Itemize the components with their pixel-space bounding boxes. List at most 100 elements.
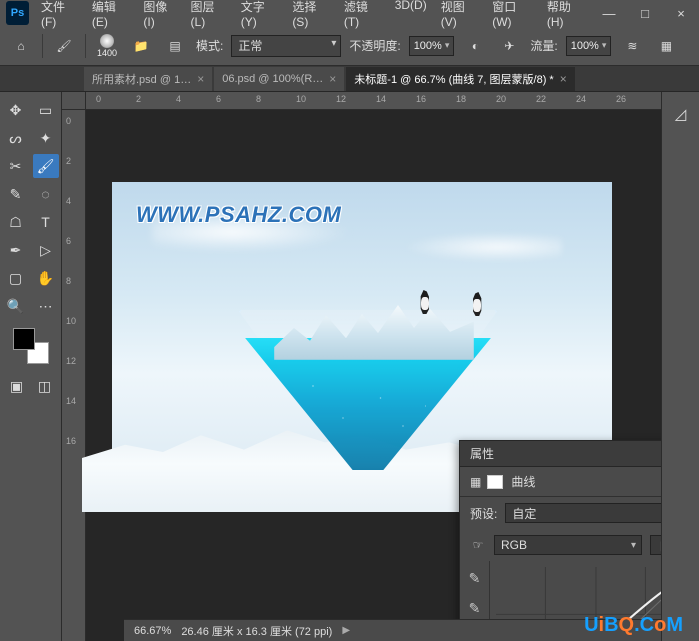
tab-close-icon[interactable]: ×	[560, 72, 567, 86]
document-info[interactable]: 26.46 厘米 x 16.3 厘米 (72 ppi)	[181, 623, 332, 639]
status-bar: 66.67% 26.46 厘米 x 16.3 厘米 (72 ppi) ▶	[124, 619, 661, 641]
flow-field[interactable]: 100%	[566, 36, 612, 56]
zoom-tool[interactable]: 🔍	[3, 294, 29, 318]
ruler-mark: 14	[376, 94, 386, 104]
tab-close-icon[interactable]: ×	[329, 72, 336, 86]
right-panel-strip: ◿	[661, 92, 699, 641]
tablet-size-icon[interactable]: ▦	[653, 33, 679, 59]
ruler-mark: 16	[416, 94, 426, 104]
menu-help[interactable]: 帮助(H)	[541, 0, 591, 33]
tab-label: 所用素材.psd @ 1…	[92, 71, 191, 87]
toolbox: ✥ ▭ ᔕ ✦ ✂ 🖌 ✎ ◌ ☖ T ✒ ▷ ▢ ✋ 🔍 ⋯ ▣ ◫	[0, 92, 62, 641]
ruler-mark: 6	[216, 94, 221, 104]
separator	[42, 34, 43, 58]
ruler-mark: 14	[66, 396, 76, 406]
zoom-value[interactable]: 66.67%	[134, 625, 171, 637]
ruler-mark: 20	[496, 94, 506, 104]
ruler-mark: 12	[336, 94, 346, 104]
status-more-icon[interactable]: ▶	[342, 625, 350, 636]
brush-panel-toggle-icon[interactable]: 📁	[128, 33, 154, 59]
ruler-horizontal[interactable]: 0 2 4 6 8 10 12 14 16 18 20 22 24 26	[86, 92, 699, 110]
screenmode-icon[interactable]: ◫	[34, 376, 56, 396]
ruler-mark: 4	[66, 196, 71, 206]
home-icon[interactable]: ⌂	[8, 33, 34, 59]
menu-filter[interactable]: 滤镜(T)	[338, 0, 387, 33]
canvas-watermark-text: WWW.PSAHZ.COM	[136, 202, 341, 228]
menu-type[interactable]: 文字(Y)	[235, 0, 285, 33]
more-tools-icon[interactable]: ⋯	[33, 294, 59, 318]
tab-document-2[interactable]: 06.psd @ 100%(R… ×	[214, 67, 344, 91]
brush-size-value: 1400	[97, 49, 117, 58]
airbrush-toggle-icon[interactable]: ✈	[496, 33, 522, 59]
ruler-mark: 12	[66, 356, 76, 366]
document-tabs: 所用素材.psd @ 1… × 06.psd @ 100%(R… × 未标题-1…	[0, 66, 699, 92]
path-select-tool[interactable]: ▷	[33, 238, 59, 262]
ruler-mark: 16	[66, 436, 76, 446]
channel-dropdown[interactable]: RGB	[494, 535, 642, 555]
foreground-color-swatch[interactable]	[13, 328, 35, 350]
gradient-preview-icon[interactable]: ▤	[162, 33, 188, 59]
spot-heal-tool[interactable]: ◌	[33, 182, 59, 206]
hand-tool[interactable]: ✋	[33, 266, 59, 290]
color-swatches[interactable]	[13, 328, 49, 364]
ruler-mark: 22	[536, 94, 546, 104]
ruler-vertical[interactable]: 0 2 4 6 8 10 12 14 16	[62, 110, 86, 641]
menu-edit[interactable]: 编辑(E)	[86, 0, 136, 33]
ruler-mark: 0	[96, 94, 101, 104]
brush-tool[interactable]: 🖌	[33, 154, 59, 178]
blend-mode-dropdown[interactable]: 正常	[231, 35, 341, 57]
layer-mask-icon[interactable]	[487, 475, 503, 489]
move-tool[interactable]: ✥	[3, 98, 29, 122]
menu-file[interactable]: 文件(F)	[35, 0, 84, 33]
opacity-pressure-icon[interactable]: ◐	[462, 33, 488, 59]
menu-view[interactable]: 视图(V)	[435, 0, 485, 33]
ruler-mark: 6	[66, 236, 71, 246]
marquee-tool[interactable]: ▭	[33, 98, 59, 122]
flow-pressure-icon[interactable]: ≋	[619, 33, 645, 59]
pen-tool[interactable]: ✒	[3, 238, 29, 262]
brush-preview-icon	[100, 34, 114, 48]
ruler-mark: 10	[66, 316, 76, 326]
clone-stamp-tool[interactable]: ☖	[3, 210, 29, 234]
shape-tool[interactable]: ▢	[3, 266, 29, 290]
ruler-mark: 4	[176, 94, 181, 104]
tab-document-1[interactable]: 所用素材.psd @ 1… ×	[84, 67, 212, 91]
tool-indicator-brush-icon[interactable]: 🖌	[51, 33, 77, 59]
ruler-corner	[62, 92, 86, 110]
menu-window[interactable]: 窗口(W)	[486, 0, 539, 33]
flow-label: 流量:	[530, 37, 557, 54]
quickmask-toggle-icon[interactable]: ▣	[6, 376, 28, 396]
menu-select[interactable]: 选择(S)	[286, 0, 336, 33]
app-logo: Ps	[6, 1, 29, 25]
opacity-field[interactable]: 100%	[409, 36, 455, 56]
tab-document-3[interactable]: 未标题-1 @ 66.7% (曲线 7, 图层蒙版/8) * ×	[346, 67, 574, 91]
ruler-mark: 0	[66, 116, 71, 126]
separator	[85, 34, 86, 58]
menu-layer[interactable]: 图层(L)	[185, 0, 233, 33]
menu-3d[interactable]: 3D(D)	[389, 0, 433, 33]
type-tool[interactable]: T	[33, 210, 59, 234]
sample-eyedropper-icon[interactable]: ✎	[466, 569, 484, 587]
window-close-button[interactable]: ×	[663, 0, 699, 26]
ruler-mark: 24	[576, 94, 586, 104]
masks-icon[interactable]: ▦	[470, 475, 481, 489]
window-controls: — □ ×	[591, 0, 699, 26]
tab-label: 未标题-1 @ 66.7% (曲线 7, 图层蒙版/8) *	[354, 71, 553, 87]
finger-icon[interactable]: ☞	[470, 538, 486, 552]
tab-close-icon[interactable]: ×	[197, 72, 204, 86]
magic-wand-tool[interactable]: ✦	[33, 126, 59, 150]
menu-image[interactable]: 图像(I)	[137, 0, 182, 33]
eyedropper-tool[interactable]: ✎	[3, 182, 29, 206]
ruler-mark: 26	[616, 94, 626, 104]
sample-eyedropper-plus-icon[interactable]: ✎	[466, 599, 484, 617]
lasso-tool[interactable]: ᔕ	[3, 126, 29, 150]
panel-title[interactable]: 属性	[470, 445, 494, 462]
crop-tool[interactable]: ✂	[3, 154, 29, 178]
window-minimize-button[interactable]: —	[591, 0, 627, 26]
ruler-mark: 18	[456, 94, 466, 104]
right-panel-icon[interactable]: ◿	[669, 102, 693, 126]
brush-preset-picker[interactable]: 1400	[94, 33, 120, 59]
site-watermark: UiBQ.CoM	[584, 614, 683, 637]
window-maximize-button[interactable]: □	[627, 0, 663, 26]
canvas-area: 0 2 4 6 8 10 12 14 16 18 20 22 24 26 0 2…	[62, 92, 699, 641]
